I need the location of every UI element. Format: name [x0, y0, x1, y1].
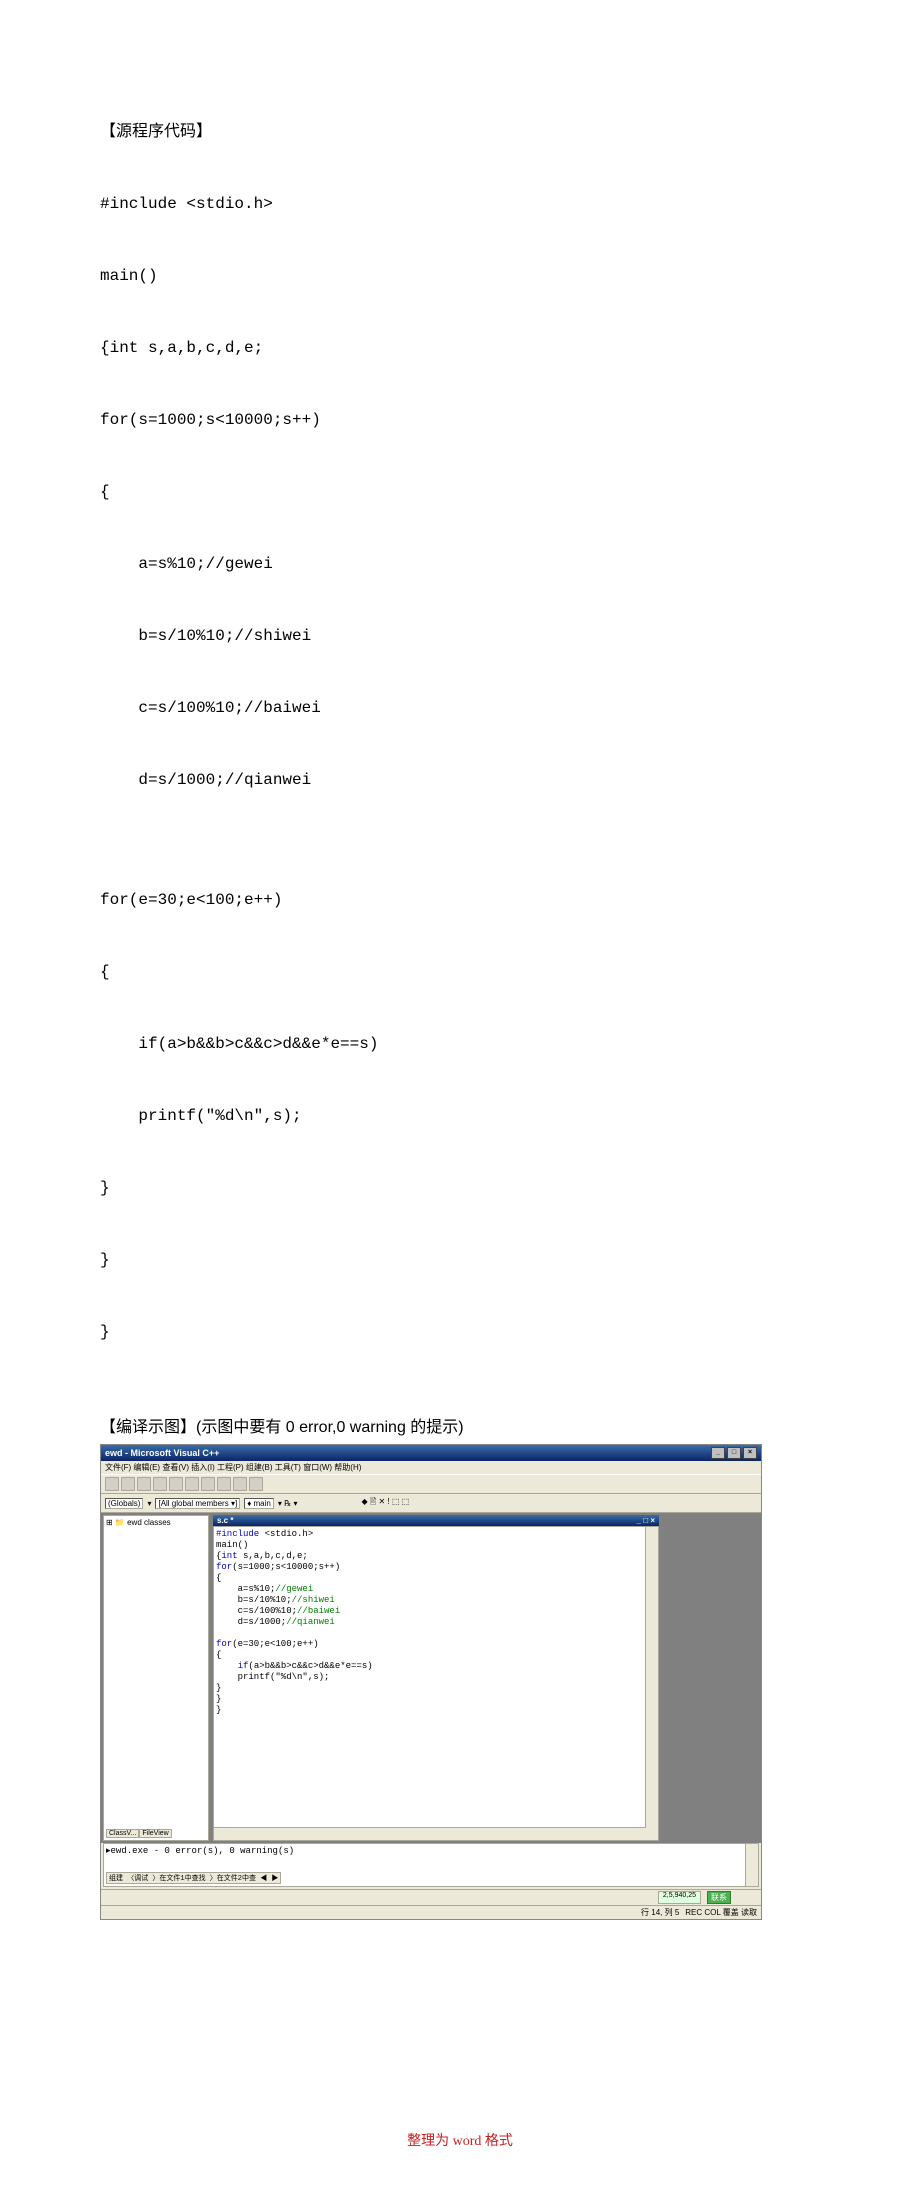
code-line: if(a>b&&b>c&&c>d&&e*e==s) — [100, 1032, 820, 1056]
code-line: } — [100, 1248, 820, 1272]
ide-toolbar[interactable] — [101, 1474, 761, 1494]
toolbar-icon[interactable] — [217, 1477, 231, 1491]
ide-title-text: ewd - Microsoft Visual C++ — [105, 1448, 219, 1458]
heading-compile: 【编译示图】(示图中要有 0 error,0 warning 的提示) — [100, 1416, 820, 1440]
globals-dropdown[interactable]: (Globals) — [105, 1498, 143, 1509]
workspace-tree[interactable]: ⊞ 📁 ewd classes ClassV... FileView — [103, 1515, 209, 1841]
output-message: ewd.exe - 0 error(s), 0 warning(s) — [111, 1846, 295, 1856]
code-line: c=s/100%10;//baiwei — [100, 696, 820, 720]
code-line: for(e=30;e<100;e++) — [100, 888, 820, 912]
toolbar-icon[interactable] — [105, 1477, 119, 1491]
editor-tab-label: s.c * — [217, 1516, 233, 1525]
function-dropdown[interactable]: ♦ main — [244, 1498, 274, 1509]
toolbar-icon[interactable] — [137, 1477, 151, 1491]
toolbar-icon[interactable] — [121, 1477, 135, 1491]
tree-root-label[interactable]: ewd classes — [127, 1518, 171, 1527]
heading-source: 【源程序代码】 — [100, 120, 820, 144]
toolbar-icon[interactable] — [249, 1477, 263, 1491]
maximize-icon[interactable]: □ — [643, 1516, 648, 1525]
code-line: b=s/10%10;//shiwei — [100, 624, 820, 648]
code-line: #include <stdio.h> — [100, 192, 820, 216]
ide-menubar[interactable]: 文件(F) 编辑(E) 查看(V) 插入(I) 工程(P) 组建(B) 工具(T… — [101, 1461, 761, 1474]
code-line: printf("%d\n",s); — [100, 1104, 820, 1128]
source-code-block: #include <stdio.h> main() {int s,a,b,c,d… — [100, 144, 820, 1392]
maximize-icon[interactable]: □ — [727, 1447, 741, 1459]
code-line: a=s%10;//gewei — [100, 552, 820, 576]
minimize-icon[interactable]: _ — [637, 1516, 641, 1525]
code-line: { — [100, 960, 820, 984]
status-bar-2: 行 14, 列 5 REC COL 覆盖 读取 — [101, 1905, 761, 1919]
toolbar-icon[interactable] — [185, 1477, 199, 1491]
code-line: main() — [100, 264, 820, 288]
tab-fileview[interactable]: FileView — [139, 1829, 171, 1838]
editor-titlebar: s.c * _ □ × — [213, 1515, 659, 1526]
toolbar-icon[interactable] — [153, 1477, 167, 1491]
code-line: for(s=1000;s<10000;s++) — [100, 408, 820, 432]
code-line: {int s,a,b,c,d,e; — [100, 336, 820, 360]
output-pane[interactable]: ▸ewd.exe - 0 error(s), 0 warning(s) 组建 〈… — [103, 1843, 759, 1887]
minimize-icon[interactable]: _ — [711, 1447, 725, 1459]
code-line: d=s/1000;//qianwei — [100, 768, 820, 792]
status-contact-button[interactable]: 联系 — [707, 1891, 731, 1904]
cursor-position: 行 14, 列 5 — [641, 1907, 679, 1918]
status-indicator: 2,5,940,25 — [658, 1891, 701, 1904]
toolbar-icon[interactable] — [233, 1477, 247, 1491]
code-line: } — [100, 1320, 820, 1344]
vertical-scrollbar[interactable] — [645, 1527, 658, 1840]
horizontal-scrollbar[interactable] — [214, 1827, 646, 1840]
ide-titlebar: ewd - Microsoft Visual C++ _ □ × — [101, 1445, 761, 1461]
members-dropdown[interactable]: [All global members ▾] — [155, 1498, 240, 1509]
edit-modes: REC COL 覆盖 读取 — [685, 1907, 757, 1918]
status-bar: 2,5,940,25 联系 — [101, 1889, 761, 1905]
output-tabs[interactable]: 组建 〈调试 〉在文件1中查找 〉在文件2中查 ◀ ▶ — [106, 1872, 281, 1884]
page-footer: 整理为 word 格式 — [100, 2130, 820, 2150]
code-line: { — [100, 480, 820, 504]
mdi-background — [661, 1513, 761, 1843]
close-icon[interactable]: × — [743, 1447, 757, 1459]
toolbar-icon[interactable] — [201, 1477, 215, 1491]
toolbar-icon[interactable] — [169, 1477, 183, 1491]
code-editor[interactable]: #include <stdio.h> main() {int s,a,b,c,d… — [213, 1526, 659, 1841]
ide-screenshot: ewd - Microsoft Visual C++ _ □ × 文件(F) 编… — [100, 1444, 762, 1920]
close-icon[interactable]: × — [650, 1516, 655, 1525]
ide-wizardbar[interactable]: (Globals) ▾ [All global members ▾] ♦ mai… — [101, 1494, 761, 1513]
tab-classview[interactable]: ClassV... — [106, 1829, 139, 1838]
vertical-scrollbar[interactable] — [745, 1844, 758, 1886]
code-line: } — [100, 1176, 820, 1200]
